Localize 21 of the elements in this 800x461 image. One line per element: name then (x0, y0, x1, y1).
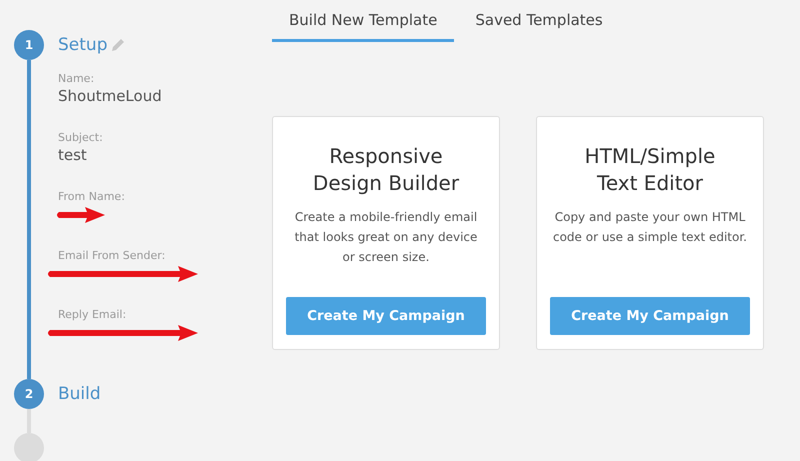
tab[interactable]: Build New Template (272, 8, 454, 42)
card-description: Create a mobile-friendly email that looks great on any device or screen size. (294, 209, 478, 266)
step-number: 2 (14, 379, 44, 409)
annotation-arrow (55, 206, 105, 224)
field-value: test (58, 146, 88, 164)
field-label: Email From Sender: (58, 249, 166, 262)
field-label: Reply Email: (58, 308, 128, 321)
step-number: 1 (14, 30, 44, 60)
step-title[interactable]: Setup (58, 35, 108, 55)
field-label: Name: (58, 72, 96, 85)
card-title: HTML/Simple Text Editor (584, 143, 716, 197)
tab[interactable]: Saved Templates (458, 8, 620, 42)
create-campaign-button[interactable]: Create My Campaign (286, 297, 486, 335)
pencil-icon[interactable] (111, 38, 126, 52)
card-title: Responsive Design Builder (312, 143, 460, 197)
field-label: From Name: (58, 190, 126, 203)
card-description: Copy and paste your own HTML code or use a simple text editor. (552, 209, 748, 246)
field-label: Subject: (58, 131, 104, 144)
step-title[interactable]: Build (58, 384, 101, 404)
field-value: ShoutmeLoud (58, 87, 163, 105)
create-campaign-button[interactable]: Create My Campaign (550, 297, 750, 335)
